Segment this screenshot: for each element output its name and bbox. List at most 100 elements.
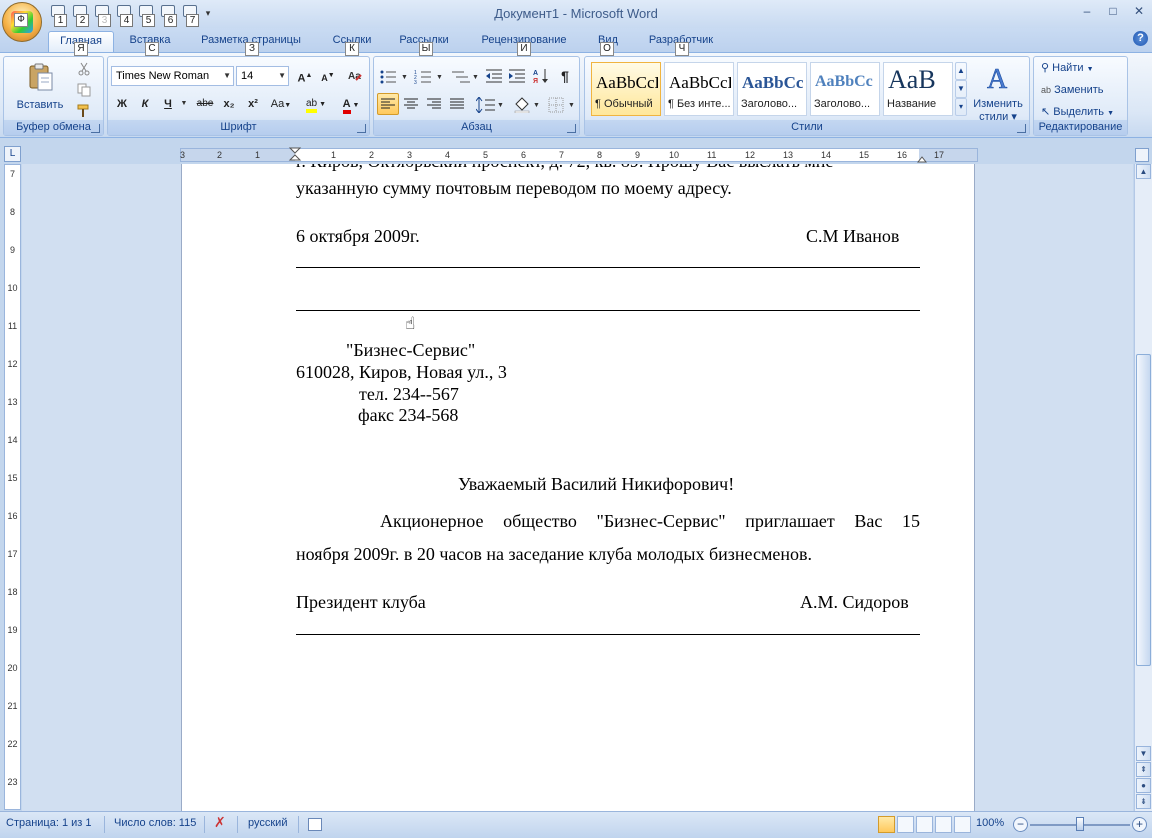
ruler-number: 21 — [7, 701, 18, 711]
decrease-indent-button[interactable] — [482, 65, 504, 87]
clipboard-launcher[interactable] — [91, 124, 100, 133]
change-styles-label: Изменить — [973, 98, 1023, 110]
multilevel-list-button[interactable]: ▼ — [448, 65, 482, 87]
align-right-icon — [427, 98, 441, 109]
zoom-level[interactable]: 100% — [976, 817, 1004, 829]
outline-view-button[interactable] — [935, 816, 952, 833]
font-launcher[interactable] — [357, 124, 366, 133]
previous-page-button[interactable]: ⇞ — [1136, 762, 1151, 777]
style-title[interactable]: AaB Название — [883, 62, 953, 116]
sort-button[interactable]: AЯ — [529, 65, 551, 87]
underline-dropdown[interactable]: ▼ — [179, 93, 189, 115]
draft-view-button[interactable] — [954, 816, 971, 833]
bullets-button[interactable]: ▼ — [377, 65, 411, 87]
font-name-combo[interactable]: Times New Roman ▼ — [111, 66, 234, 86]
underline-button[interactable]: Ч — [157, 93, 179, 115]
style-normal[interactable]: AaBbCcDc ¶ Обычный — [591, 62, 661, 116]
align-right-button[interactable] — [423, 93, 445, 115]
divider-line — [296, 634, 920, 635]
vertical-scrollbar[interactable]: ▲ ▼ ⇞ ● ⇟ — [1134, 164, 1152, 811]
view-ruler-button[interactable] — [1135, 148, 1149, 162]
document-page[interactable]: г. Киров, Октябрьский проспект, д. 72, к… — [181, 164, 975, 811]
scroll-down-button[interactable]: ▼ — [1136, 746, 1151, 761]
change-case-button[interactable]: Aa▼ — [266, 93, 296, 115]
web-layout-view-button[interactable] — [916, 816, 933, 833]
close-button[interactable]: ✕ — [1126, 0, 1152, 24]
proofing-errors-icon[interactable]: ✗ — [214, 814, 226, 831]
bold-button[interactable]: Ж — [111, 93, 133, 115]
styles-scroll-up[interactable]: ▲ — [955, 62, 967, 80]
shading-button[interactable]: ▼ — [510, 93, 542, 115]
font-size-combo[interactable]: 14 ▼ — [236, 66, 289, 86]
vertical-ruler[interactable]: 7 8 9 10 11 12 13 14 15 16 17 18 19 20 2… — [4, 164, 21, 810]
highlight-button[interactable]: ab ▼ — [300, 93, 332, 115]
right-indent-marker-icon[interactable] — [917, 153, 927, 163]
align-left-button[interactable] — [377, 93, 399, 115]
show-formatting-button[interactable]: ¶ — [554, 65, 576, 87]
next-page-button[interactable]: ⇟ — [1136, 794, 1151, 809]
doc-signer: А.М. Сидоров — [800, 592, 909, 612]
help-icon[interactable]: ? — [1133, 31, 1148, 46]
divider-line — [296, 310, 920, 311]
scroll-up-button[interactable]: ▲ — [1136, 164, 1151, 179]
select-button[interactable]: ↖ Выделить ▼ — [1038, 102, 1124, 122]
grow-font-button[interactable]: A▲ — [294, 65, 316, 87]
clear-formatting-button[interactable]: Aa — [344, 65, 366, 87]
strikethrough-button[interactable]: abe — [194, 93, 216, 115]
keytip: Я — [74, 42, 88, 56]
maximize-button[interactable]: □ — [1100, 0, 1126, 24]
style-sample: AaB — [888, 65, 936, 94]
keytip: С — [145, 42, 159, 56]
paste-button[interactable]: Вставить — [10, 59, 70, 119]
group-label: Шрифт — [108, 120, 369, 135]
styles-launcher[interactable] — [1017, 124, 1026, 133]
minimize-button[interactable]: – — [1074, 0, 1100, 24]
macro-recording-icon[interactable] — [308, 818, 322, 831]
align-center-icon — [404, 98, 418, 109]
numbering-button[interactable]: 1 2 3 ▼ — [412, 65, 446, 87]
style-no-spacing[interactable]: AaBbCcDc ¶ Без инте... — [664, 62, 734, 116]
align-center-button[interactable] — [400, 93, 422, 115]
line-spacing-button[interactable]: ▼ — [473, 93, 505, 115]
cut-button[interactable] — [72, 59, 94, 79]
word-count[interactable]: Число слов: 115 — [114, 817, 196, 829]
cursor-arrow-icon: ↖ — [1041, 106, 1051, 118]
ruler-number: 15 — [7, 473, 18, 483]
scrollbar-thumb[interactable] — [1136, 354, 1151, 666]
styles-more[interactable]: ▾ — [955, 98, 967, 116]
tab-selector-button[interactable]: L — [4, 146, 21, 162]
format-painter-button[interactable] — [72, 101, 94, 121]
replace-button[interactable]: ab Заменить — [1038, 80, 1124, 100]
paragraph-launcher[interactable] — [567, 124, 576, 133]
justify-button[interactable] — [446, 93, 468, 115]
style-heading-1[interactable]: AaBbCc Заголово... — [737, 62, 807, 116]
zoom-slider-thumb[interactable] — [1076, 817, 1084, 831]
find-button[interactable]: ⚲ Найти ▼ — [1038, 58, 1124, 78]
change-styles-button[interactable]: A Изменить стили ▾ — [969, 59, 1027, 123]
increase-indent-button[interactable] — [505, 65, 527, 87]
style-heading-2[interactable]: AaBbCc Заголово... — [810, 62, 880, 116]
print-layout-view-button[interactable] — [878, 816, 895, 833]
zoom-in-button[interactable]: + — [1132, 817, 1147, 832]
italic-button[interactable]: К — [134, 93, 156, 115]
ruler-number: 11 — [7, 321, 18, 331]
borders-button[interactable]: ▼ — [545, 93, 577, 115]
superscript-button[interactable]: x² — [242, 93, 264, 115]
font-color-button[interactable]: A ▼ — [336, 93, 366, 115]
full-screen-reading-view-button[interactable] — [897, 816, 914, 833]
subscript-button[interactable]: x₂ — [218, 93, 240, 115]
page-indicator[interactable]: Страница: 1 из 1 — [6, 817, 92, 829]
select-browse-object-button[interactable]: ● — [1136, 778, 1151, 793]
indent-marker-icon[interactable] — [288, 147, 302, 161]
zoom-out-button[interactable]: − — [1013, 817, 1028, 832]
status-separator — [104, 816, 105, 833]
copy-button[interactable] — [72, 80, 94, 100]
chevron-up-icon: ▲ — [957, 66, 965, 75]
ruler-number: 9 — [9, 245, 15, 255]
horizontal-ruler[interactable]: 3 2 1 1 2 3 4 5 6 7 8 9 10 11 12 13 14 1… — [180, 147, 978, 163]
shrink-font-button[interactable]: A▼ — [317, 65, 339, 87]
doc-text-line: указанную сумму почтовым переводом по мо… — [296, 178, 732, 198]
styles-scroll-down[interactable]: ▼ — [955, 80, 967, 98]
language-indicator[interactable]: русский — [248, 817, 287, 829]
font-group: Times New Roman ▼ 14 ▼ A▲ A▼ Aa Ж К Ч ▼ … — [107, 56, 370, 136]
